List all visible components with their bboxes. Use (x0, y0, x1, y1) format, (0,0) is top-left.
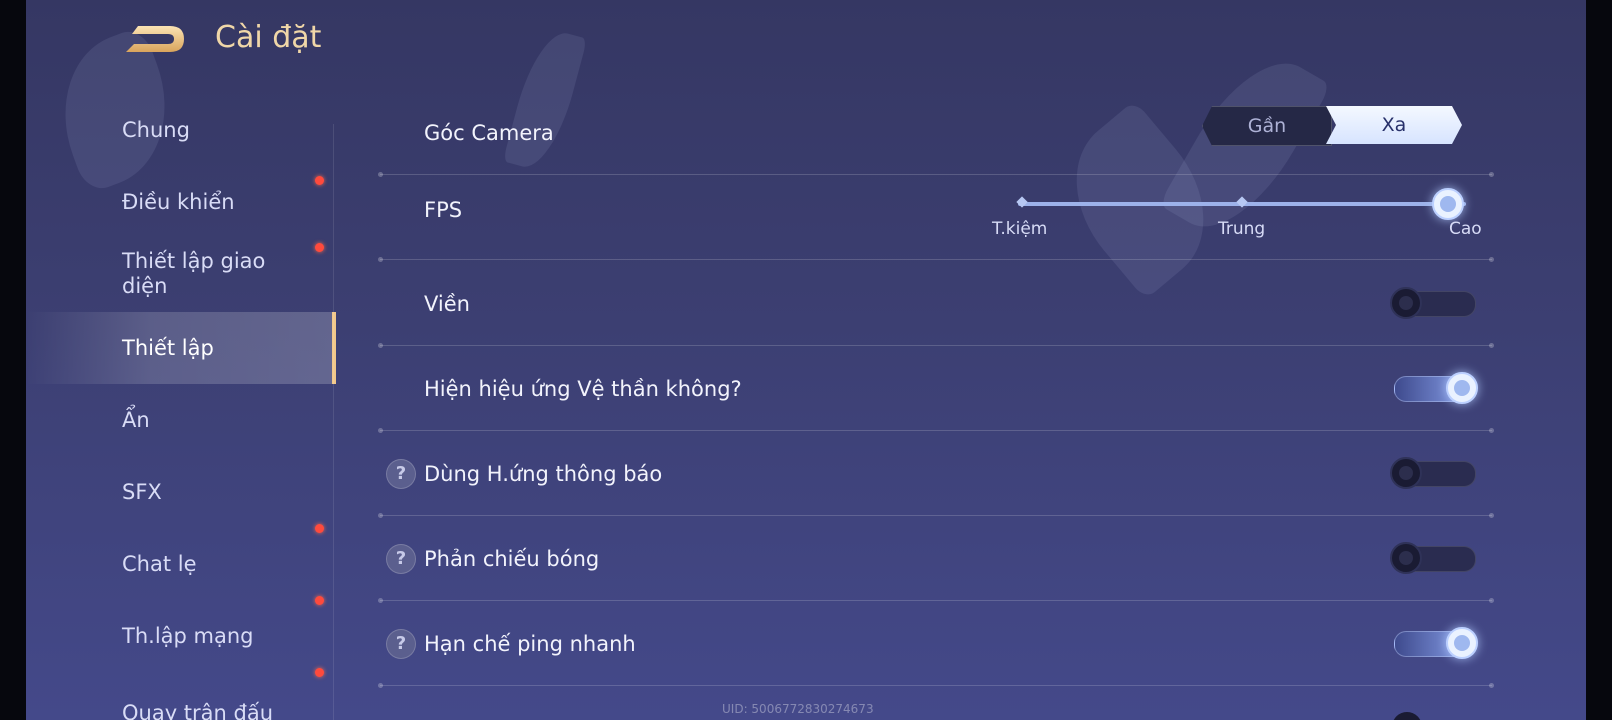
setting-row-guardian-effect: Hiện hiệu ứng Vệ thần không? (378, 346, 1494, 433)
shadow-toggle[interactable] (1390, 542, 1478, 574)
sidebar-item-label: Thiết lập giao diện (122, 249, 266, 298)
setting-label: Góc Camera (424, 120, 554, 145)
sidebar-item-label: Thiết lập (122, 335, 214, 360)
page-title: Cài đặt (215, 20, 322, 55)
setting-row-notify-effect: ? Dùng H.ứng thông báo (378, 431, 1494, 518)
help-icon[interactable]: ? (386, 459, 416, 489)
back-arrow-icon[interactable] (124, 20, 188, 58)
camera-near-option[interactable]: Gần (1202, 106, 1332, 146)
setting-row-shadow: ? Phản chiếu bóng (378, 516, 1494, 603)
fps-level-label: Cao (1449, 219, 1482, 239)
notification-dot (315, 524, 324, 533)
right-black-edge (1586, 0, 1612, 720)
sidebar-item-label: Chung (122, 117, 190, 142)
toggle-knob (1390, 287, 1422, 319)
help-icon[interactable]: ? (386, 629, 416, 659)
setting-label: Hiện hiệu ứng Vệ thần không? (424, 376, 742, 401)
setting-row-ping-limit: ? Hạn chế ping nhanh (378, 601, 1494, 688)
camera-segmented-control: Gần Xa (1202, 106, 1462, 146)
outline-toggle[interactable] (1390, 287, 1478, 319)
sidebar-divider (333, 124, 334, 720)
partial-toggle-knob[interactable] (1392, 712, 1422, 720)
sidebar: Chung Điều khiển Thiết lập giao diện Thi… (26, 94, 336, 720)
notification-dot (315, 176, 324, 185)
sidebar-item-label: Ẩn (122, 407, 150, 432)
sidebar-item-general[interactable]: Chung (26, 94, 336, 166)
setting-label: Phản chiếu bóng (424, 546, 600, 571)
guardian-effect-toggle[interactable] (1390, 372, 1478, 404)
fps-level-label: T.kiệm (992, 219, 1048, 239)
sidebar-item-label: Quay trận đấu (122, 701, 274, 720)
notification-dot (315, 596, 324, 605)
sidebar-item-label: Th.lập mạng (122, 623, 254, 648)
sidebar-item-replay[interactable]: Quay trận đấu (26, 668, 336, 720)
setting-row-outline: Viền (378, 261, 1494, 348)
setting-label: Dùng H.ứng thông báo (424, 461, 663, 486)
notification-dot (315, 243, 324, 252)
fps-level-label: Trung (1218, 219, 1266, 239)
toggle-knob (1390, 457, 1422, 489)
user-id: UID: 5006772830274673 (722, 702, 874, 716)
toggle-knob (1446, 627, 1478, 659)
sidebar-item-sfx[interactable]: SFX (26, 456, 336, 528)
sidebar-item-label: SFX (122, 479, 162, 504)
setting-label: Viền (424, 291, 470, 316)
row-divider (378, 683, 1494, 688)
row-divider (378, 257, 1494, 262)
toggle-knob (1446, 372, 1478, 404)
sidebar-item-controls[interactable]: Điều khiển (26, 166, 336, 238)
sidebar-item-label: Điều khiển (122, 189, 235, 214)
setting-label: FPS (424, 198, 463, 222)
sidebar-item-settings[interactable]: Thiết lập (26, 312, 336, 384)
setting-row-camera: Góc Camera Gần Xa (378, 90, 1494, 177)
notification-dot (315, 668, 324, 677)
settings-screen: Cài đặt Chung Điều khiển Thiết lập giao … (0, 0, 1612, 720)
sidebar-item-quick-chat[interactable]: Chat lẹ (26, 524, 336, 600)
ping-limit-toggle[interactable] (1390, 627, 1478, 659)
left-black-edge (0, 0, 26, 720)
fps-slider-knob[interactable] (1432, 188, 1464, 220)
toggle-knob (1390, 542, 1422, 574)
sidebar-item-network[interactable]: Th.lập mạng (26, 596, 336, 672)
setting-row-fps: FPS T.kiệm Trung Cao (378, 175, 1494, 262)
help-icon[interactable]: ? (386, 544, 416, 574)
sidebar-item-label: Chat lẹ (122, 551, 197, 576)
sidebar-item-hidden[interactable]: Ẩn (26, 384, 336, 456)
sidebar-item-interface[interactable]: Thiết lập giao diện (26, 238, 336, 310)
camera-far-option[interactable]: Xa (1326, 106, 1462, 144)
notify-effect-toggle[interactable] (1390, 457, 1478, 489)
setting-label: Hạn chế ping nhanh (424, 631, 636, 656)
